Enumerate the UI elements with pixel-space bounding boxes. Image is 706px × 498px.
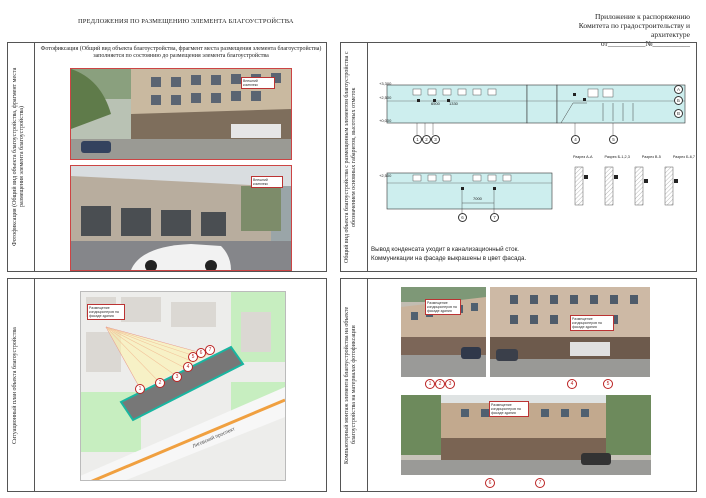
section-titles: Разрез А-А Разрез Б-1,2,3 Разрез В-5 Раз…	[573, 155, 695, 159]
facade-notes: Вывод конденсата уходит в канализационны…	[371, 245, 526, 263]
appendix-line-2: Комитета по градостроительству и архитек…	[578, 21, 690, 39]
montage-marker-5: 5	[603, 379, 613, 389]
sections-drawing	[574, 166, 678, 206]
level-top-3: +0,000	[379, 118, 392, 123]
montage-note-3: Размещение кондиционеров на фасаде здани…	[489, 401, 529, 417]
facade-marker-6: 6	[458, 213, 467, 222]
section-title-1: Разрез А-А	[573, 155, 593, 159]
photo-fixation-side-label: Фотофиксация (Общий вид объекта благоуст…	[12, 67, 25, 247]
plan-note: Размещение кондиционеров на фасаде здани…	[87, 304, 125, 320]
montage-panel: Компьютерный монтаж элемента благоустрой…	[340, 278, 697, 492]
axis-label-v: В	[674, 109, 683, 118]
street-photo-2: Внешний комплекс	[70, 165, 292, 271]
section-title-2: Разрез Б-1,2,3	[604, 155, 630, 159]
level-bottom: +2,500	[379, 173, 392, 178]
montage-marker-1: 1	[425, 379, 435, 389]
photo-fixation-panel: Фотофиксация (Общий вид объекта благоуст…	[7, 42, 327, 272]
level-top-2: +2,500	[379, 95, 392, 100]
situational-plan-side-label: Ситуационный план объекта благоустройств…	[12, 327, 18, 445]
montage-marker-6: 6	[485, 478, 495, 488]
montage-photo-1: Размещение кондиционеров на фасаде здани…	[401, 287, 486, 377]
axis-label-b: Б	[674, 96, 683, 105]
facade-note-2: Коммуникации на фасаде выкрашены в цвет …	[371, 255, 527, 262]
dim-top-1: 6500	[431, 101, 440, 106]
plan-marker-7: 7	[205, 345, 215, 355]
montage-note-1: Размещение кондиционеров на фасаде здани…	[425, 299, 461, 315]
axis-label-a: А	[674, 85, 683, 94]
plan-marker-1: 1	[135, 384, 145, 394]
facade-marker-4: 4	[571, 135, 580, 144]
street-photo-1: Внешний комплекс	[70, 68, 292, 160]
montage-photo-3: Размещение кондиционеров на фасаде здани…	[401, 395, 651, 475]
situational-map: Размещение кондиционеров на фасаде здани…	[80, 291, 286, 481]
caption-line-2: заполняется по состоянию до размещения э…	[93, 53, 269, 59]
caption-line-1: Фотофиксация (Общий вид объекта благоуст…	[40, 46, 322, 52]
photo2-note: Внешний комплекс	[251, 176, 283, 188]
facade-marker-1: 1	[413, 135, 422, 144]
facade-marker-2: 2	[422, 135, 431, 144]
montage-marker-3: 3	[445, 379, 455, 389]
plan-marker-4: 4	[183, 362, 193, 372]
dim-bottom: 7000	[473, 196, 482, 201]
facade-marker-7: 7	[490, 213, 499, 222]
plan-marker-2: 2	[155, 378, 165, 388]
photo-fixation-caption: Фотофиксация (Общий вид объекта благоуст…	[38, 46, 324, 60]
facade-elevation-top	[386, 84, 686, 135]
facade-panel: Общий вид объекта благоустройства с разм…	[340, 42, 697, 272]
montage-marker-4: 4	[567, 379, 577, 389]
section-title-3: Разрез В-5	[641, 155, 661, 159]
montage-marker-2: 2	[435, 379, 445, 389]
facade-marker-5: 5	[609, 135, 618, 144]
facade-note-1: Вывод конденсата уходит в канализационны…	[371, 246, 520, 253]
plan-marker-3: 3	[172, 372, 182, 382]
montage-note-2: Размещение кондиционеров на фасаде здани…	[570, 315, 614, 331]
facade-marker-3: 3	[431, 135, 440, 144]
montage-side-label: Компьютерный монтаж элемента благоустрой…	[344, 306, 357, 464]
dim-top-2: 1330	[449, 101, 458, 106]
level-top-1: +3,300	[379, 81, 392, 86]
document-title: ПРЕДЛОЖЕНИЯ ПО РАЗМЕЩЕНИЮ ЭЛЕМЕНТА БЛАГО…	[78, 18, 294, 25]
montage-marker-7: 7	[535, 478, 545, 488]
facade-side-label: Общий вид объекта благоустройства с разм…	[344, 51, 357, 263]
situational-plan-panel: Ситуационный план объекта благоустройств…	[7, 278, 327, 492]
photo1-note: Внешний комплекс	[241, 77, 275, 89]
appendix-line-1: Приложение к распоряжению	[594, 12, 690, 21]
section-title-4: Разрез Б-6,7	[672, 155, 695, 159]
montage-photo-2: Размещение кондиционеров на фасаде здани…	[490, 287, 650, 377]
facade-elevation-bottom	[386, 172, 553, 219]
